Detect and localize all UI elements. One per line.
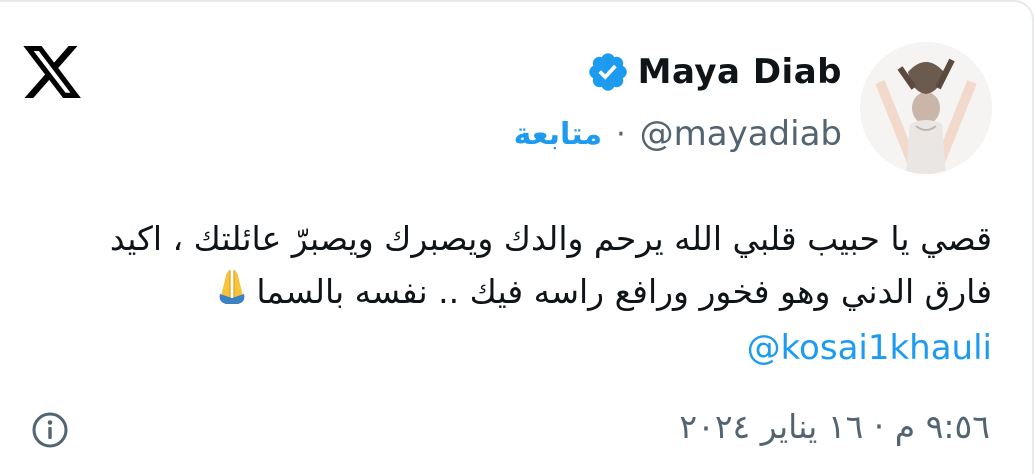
follow-button[interactable]: متابعة bbox=[514, 117, 602, 152]
x-logo-icon[interactable] bbox=[20, 40, 84, 104]
tweet-line-2-text: فارق الدني وهو فخور ورافع راسه فيك .. نف… bbox=[256, 272, 992, 311]
display-name[interactable]: Maya Diab bbox=[638, 52, 842, 92]
tweet-line-2: فارق الدني وهو فخور ورافع راسه فيك .. نف… bbox=[32, 265, 992, 321]
user-handle[interactable]: @mayadiab bbox=[640, 114, 842, 154]
tweet-header: Maya Diab متابعة · @mayadiab bbox=[514, 50, 842, 154]
tweet-text: قصي يا حبيب قلبي الله يرحم والدك ويصبرك … bbox=[32, 212, 992, 375]
mention-link[interactable]: @kosai1khauli bbox=[747, 328, 992, 368]
avatar[interactable] bbox=[860, 42, 992, 174]
avatar-photo bbox=[860, 42, 992, 174]
handle-row: متابعة · @mayadiab bbox=[514, 114, 842, 154]
folded-hands-icon bbox=[212, 266, 252, 321]
verified-badge-icon bbox=[588, 53, 627, 91]
tweet-line-1: قصي يا حبيب قلبي الله يرحم والدك ويصبرك … bbox=[109, 219, 992, 258]
tweet-card: Maya Diab متابعة · @mayadiab قصي يا حبيب… bbox=[0, 0, 1034, 474]
name-row: Maya Diab bbox=[586, 50, 842, 94]
separator-dot: · bbox=[616, 116, 626, 152]
mention-line: @kosai1khauli bbox=[32, 321, 992, 375]
timestamp[interactable]: ٩:٥٦ م · ١٦ يناير ٢٠٢٤ bbox=[679, 407, 990, 446]
info-icon[interactable] bbox=[30, 410, 70, 450]
